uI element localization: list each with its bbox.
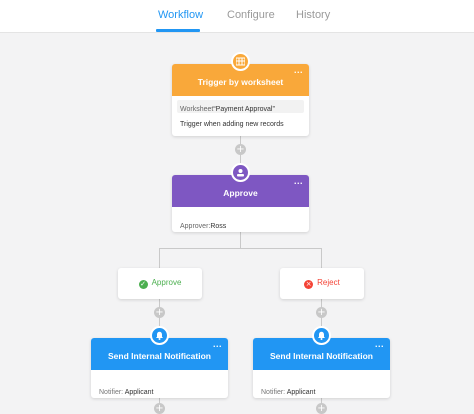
trigger-description: Trigger when adding new records — [180, 121, 284, 128]
notifier-line: Notifier: Applicant — [261, 381, 315, 399]
notifier-line: Notifier: Applicant — [99, 381, 153, 399]
trigger-title: Trigger by worksheet — [197, 77, 284, 87]
active-tab-indicator — [156, 29, 200, 32]
notifier-value: Applicant — [124, 389, 154, 396]
tab-bar: Workflow Configure History — [0, 0, 474, 33]
bell-icon — [312, 326, 331, 345]
approve-more-button[interactable]: ... — [294, 163, 303, 199]
notifier-value: Applicant — [286, 389, 316, 396]
worksheet-field: Worksheet“Payment Approval” — [177, 100, 304, 113]
approve-title: Approve — [223, 188, 258, 198]
notification-title: Send Internal Notification — [108, 351, 211, 361]
add-node-button[interactable]: + — [316, 403, 327, 414]
add-node-button[interactable]: + — [154, 403, 165, 414]
notification-more-button[interactable]: ... — [213, 326, 222, 362]
tab-history[interactable]: History — [296, 9, 330, 21]
worksheet-value: “Payment Approval” — [213, 106, 275, 113]
branch-reject-label: Reject — [317, 278, 340, 287]
approve-card[interactable]: Approve ... Approver:Ross — [172, 163, 309, 233]
tab-workflow[interactable]: Workflow — [158, 9, 203, 21]
notification-title: Send Internal Notification — [270, 351, 373, 361]
approver-label: Approver: — [180, 223, 211, 230]
close-icon: × — [304, 280, 314, 289]
person-icon — [231, 163, 250, 182]
notification-card[interactable]: Send Internal Notification ... Notifier:… — [253, 326, 390, 399]
bell-icon — [150, 326, 169, 345]
add-node-button[interactable]: + — [154, 307, 165, 318]
grid-icon — [231, 52, 250, 71]
notification-card[interactable]: Send Internal Notification ... Notifier:… — [91, 326, 228, 399]
tab-configure[interactable]: Configure — [227, 9, 275, 21]
approver-line: Approver:Ross — [180, 215, 226, 233]
connector-line — [240, 232, 241, 248]
trigger-more-button[interactable]: ... — [294, 52, 303, 88]
branch-approve[interactable]: ✓ Approve — [118, 268, 202, 299]
add-node-button[interactable]: + — [316, 307, 327, 318]
connector-line — [159, 248, 160, 268]
branch-reject[interactable]: × Reject — [280, 268, 364, 299]
notification-more-button[interactable]: ... — [375, 326, 384, 362]
notifier-label: Notifier: — [99, 389, 125, 396]
trigger-card[interactable]: Trigger by worksheet ... Worksheet“Payme… — [172, 52, 309, 136]
check-icon: ✓ — [138, 280, 148, 289]
branch-approve-label: Approve — [151, 278, 182, 287]
notifier-label: Notifier: — [261, 389, 287, 396]
connector-line — [321, 248, 322, 268]
approver-value: Ross — [210, 223, 227, 230]
add-node-button[interactable]: + — [235, 144, 246, 155]
worksheet-label: Worksheet — [180, 106, 214, 113]
branch-connector — [159, 248, 322, 249]
